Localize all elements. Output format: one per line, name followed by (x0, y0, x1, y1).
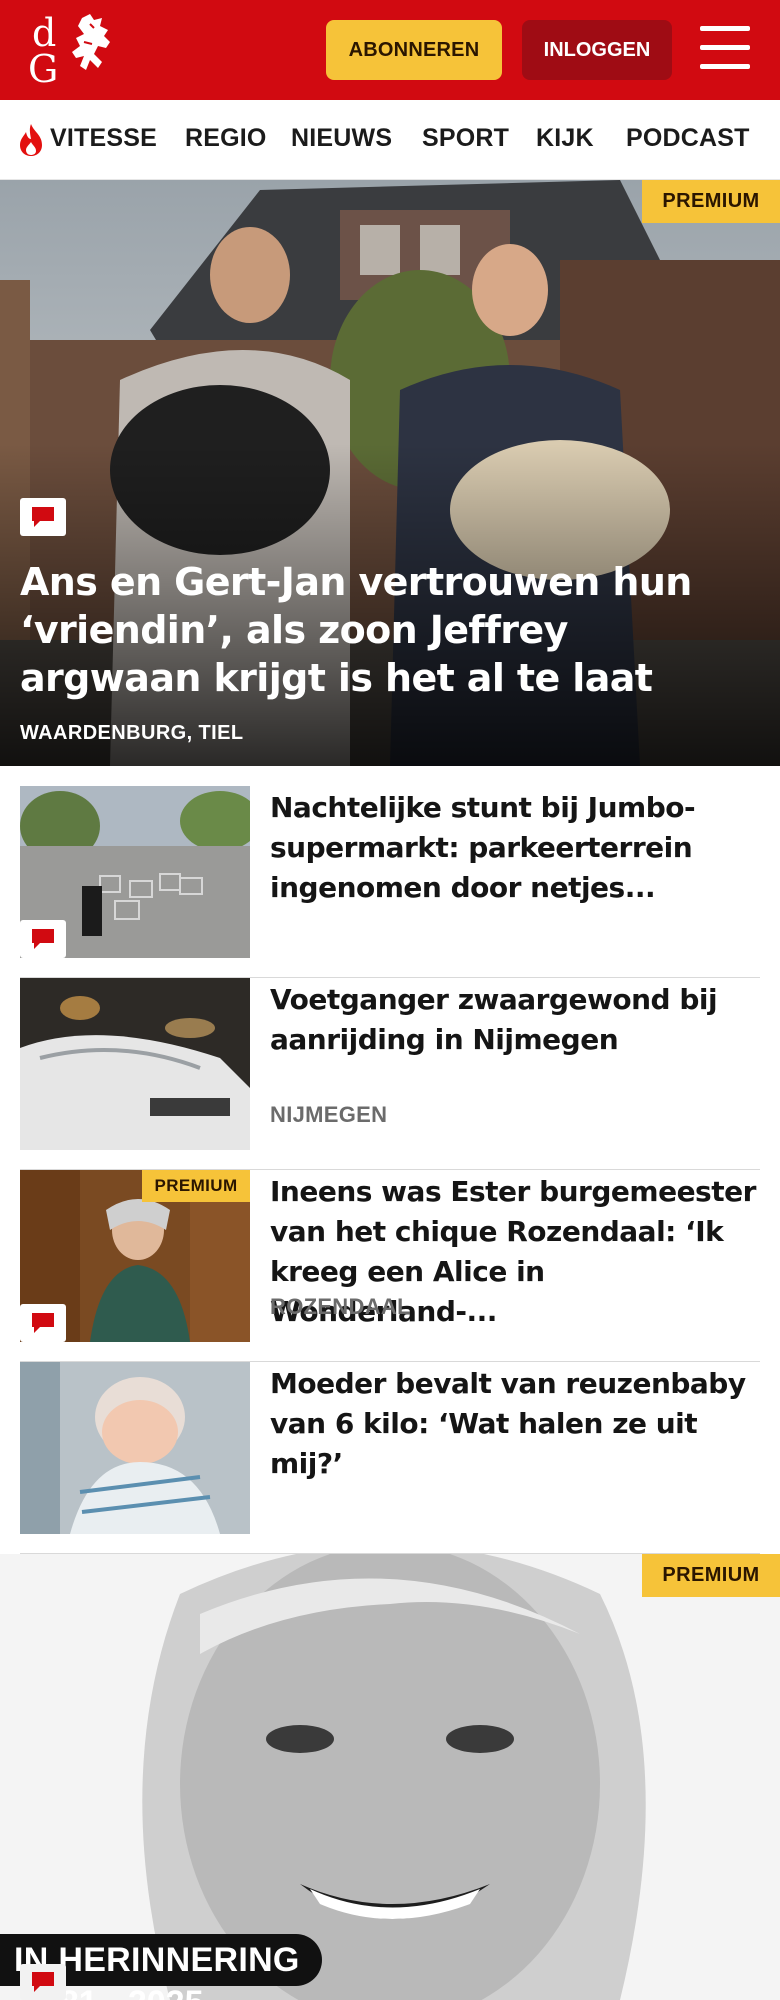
top-header: d G ABONNEREN INLOGGEN (0, 0, 780, 100)
list-item[interactable]: PREMIUM Ineens was Ester burgemeester va… (20, 1170, 760, 1362)
list-item[interactable]: Nachtelijke stunt bij Jumbo-supermarkt: … (20, 786, 760, 978)
article-location: ROZENDAAL (270, 1294, 411, 1319)
article-thumbnail (20, 978, 250, 1150)
comment-icon (20, 498, 66, 536)
premium-badge: PREMIUM (642, 1554, 780, 1597)
hero-article[interactable]: PREMIUM Ans en Gert-Jan vertrouwen hun ‘… (0, 180, 780, 766)
login-button[interactable]: INLOGGEN (522, 20, 672, 80)
nav-item-kijk[interactable]: KIJK (536, 124, 594, 153)
article-title[interactable]: Moeder bevalt van reuzenbaby van 6 kilo:… (270, 1364, 760, 1484)
list-item[interactable]: Moeder bevalt van reuzenbaby van 6 kilo:… (20, 1362, 760, 1554)
nav-item-sport[interactable]: SPORT (422, 124, 509, 153)
premium-badge: PREMIUM (642, 180, 780, 223)
subscribe-button[interactable]: ABONNEREN (326, 20, 502, 80)
main-nav: VITESSE REGIO NIEUWS SPORT KIJK PODCAST (0, 100, 780, 180)
nav-item-nieuws[interactable]: NIEUWS (291, 124, 392, 153)
nav-item-podcast[interactable]: PODCAST (626, 124, 750, 153)
article-thumbnail (20, 1362, 250, 1534)
horse-emblem-icon (72, 14, 110, 70)
menu-icon[interactable] (700, 26, 750, 70)
premium-badge: PREMIUM (142, 1170, 250, 1202)
nav-item-regio[interactable]: REGIO (185, 124, 267, 153)
comment-icon (20, 920, 66, 958)
article-title[interactable]: Nachtelijke stunt bij Jumbo-supermarkt: … (270, 788, 760, 908)
list-item[interactable]: Voetganger zwaargewond bij aanrijding in… (20, 978, 760, 1170)
flame-icon (20, 124, 42, 156)
nav-item-vitesse[interactable]: VITESSE (50, 124, 157, 153)
hero-location: WAARDENBURG, TIEL (20, 722, 244, 744)
article-title[interactable]: Voetganger zwaargewond bij aanrijding in… (270, 980, 760, 1060)
comment-icon (20, 1304, 66, 1342)
article-location: NIJMEGEN (270, 1102, 388, 1127)
hero-headline[interactable]: Ans en Gert-Jan vertrouwen hun ‘vriendin… (20, 558, 740, 702)
comment-icon (20, 1964, 66, 2000)
site-logo[interactable]: d G (26, 12, 118, 88)
memorial-article[interactable]: PREMIUM IN HERINNERING 1981 - 2025 (0, 1554, 780, 2000)
